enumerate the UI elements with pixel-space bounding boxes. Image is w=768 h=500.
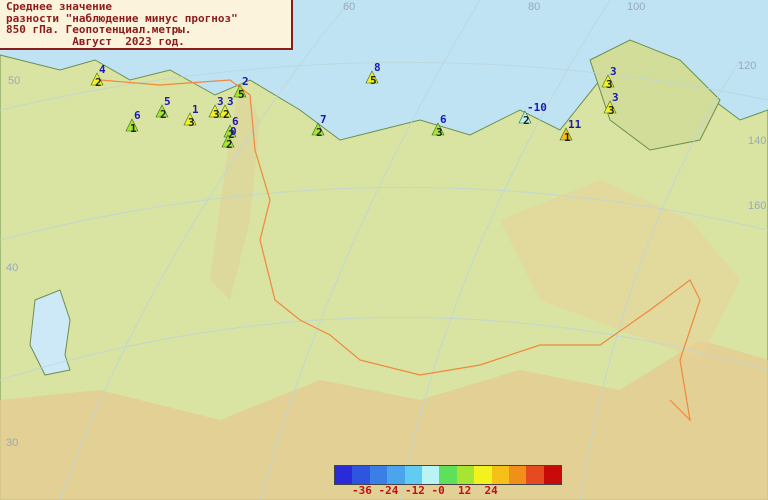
station-value-top: 5 bbox=[164, 95, 171, 108]
legend-swatch bbox=[404, 466, 422, 484]
legend-labels: -36 -24 -12 -0 12 24 bbox=[352, 484, 498, 497]
title-line-3: 850 гПа. Геопотенциал.метры. bbox=[6, 23, 192, 36]
station-value-bottom: 3 bbox=[213, 108, 220, 121]
coord-label-140: 140 bbox=[748, 135, 767, 147]
station-value-bottom: 2 bbox=[523, 114, 530, 127]
coord-label-60: 60 bbox=[343, 1, 356, 13]
legend-swatch bbox=[456, 466, 475, 484]
station-value-top: -10 bbox=[527, 101, 547, 114]
station-value-top: 3 bbox=[217, 95, 224, 108]
station-value-top: 3 bbox=[227, 95, 234, 108]
station-value-bottom: 3 bbox=[606, 78, 613, 91]
legend-swatch bbox=[369, 466, 388, 484]
station-value-top: 11 bbox=[568, 118, 582, 131]
legend-swatch bbox=[543, 466, 562, 484]
title-line-4: Август 2023 год. bbox=[6, 34, 185, 48]
station-value-bottom: 2 bbox=[223, 108, 230, 121]
station-value-top: 6 bbox=[134, 109, 141, 122]
coord-label-160: 160 bbox=[748, 200, 767, 212]
weather-map: 42 25853352 13 623202617263-102 1113333 bbox=[0, 0, 768, 500]
coord-label-lat-40: 40 bbox=[6, 262, 19, 274]
station-value-bottom: 5 bbox=[238, 88, 245, 101]
station-value-bottom: 3 bbox=[188, 116, 195, 129]
station-value-bottom: 2 bbox=[226, 138, 233, 151]
station-value-top: 0 bbox=[230, 125, 237, 138]
color-legend bbox=[334, 465, 562, 485]
station-value-top: 8 bbox=[374, 61, 381, 74]
legend-swatch bbox=[474, 466, 492, 484]
legend-swatch bbox=[439, 466, 457, 484]
station-value-bottom: 1 bbox=[130, 122, 137, 135]
legend-swatch bbox=[508, 466, 527, 484]
station-value-bottom: 2 bbox=[316, 126, 323, 139]
station-value-top: 6 bbox=[440, 113, 447, 126]
station-value-bottom: 1 bbox=[564, 131, 571, 144]
legend-swatch bbox=[421, 466, 440, 484]
title-line-1: Среднее значение bbox=[6, 0, 112, 13]
coord-label-120: 120 bbox=[738, 60, 757, 72]
coord-label-80: 80 bbox=[528, 1, 541, 13]
legend-swatch bbox=[335, 466, 353, 484]
coord-label-lat-30: 30 bbox=[6, 437, 19, 449]
station-value-bottom: 2 bbox=[95, 76, 102, 89]
map-title: Среднее значение разности "наблюдение ми… bbox=[0, 0, 293, 50]
coord-label-100: 100 bbox=[627, 1, 646, 13]
station-value-bottom: 3 bbox=[608, 104, 615, 117]
station-value-bottom: 5 bbox=[370, 74, 377, 87]
legend-swatch bbox=[352, 466, 370, 484]
coord-label-lat-50: 50 bbox=[8, 75, 21, 87]
station-value-top: 1 bbox=[192, 103, 199, 116]
station-value-top: 4 bbox=[99, 63, 106, 76]
station-value-top: 3 bbox=[610, 65, 617, 78]
station-value-top: 7 bbox=[320, 113, 327, 126]
legend-swatch bbox=[387, 466, 405, 484]
station-value-bottom: 2 bbox=[160, 108, 167, 121]
station-value-top: 3 bbox=[612, 91, 619, 104]
legend-swatch bbox=[526, 466, 544, 484]
station-value-top: 2 bbox=[242, 75, 249, 88]
station-value-bottom: 3 bbox=[436, 126, 443, 139]
legend-swatch bbox=[491, 466, 509, 484]
